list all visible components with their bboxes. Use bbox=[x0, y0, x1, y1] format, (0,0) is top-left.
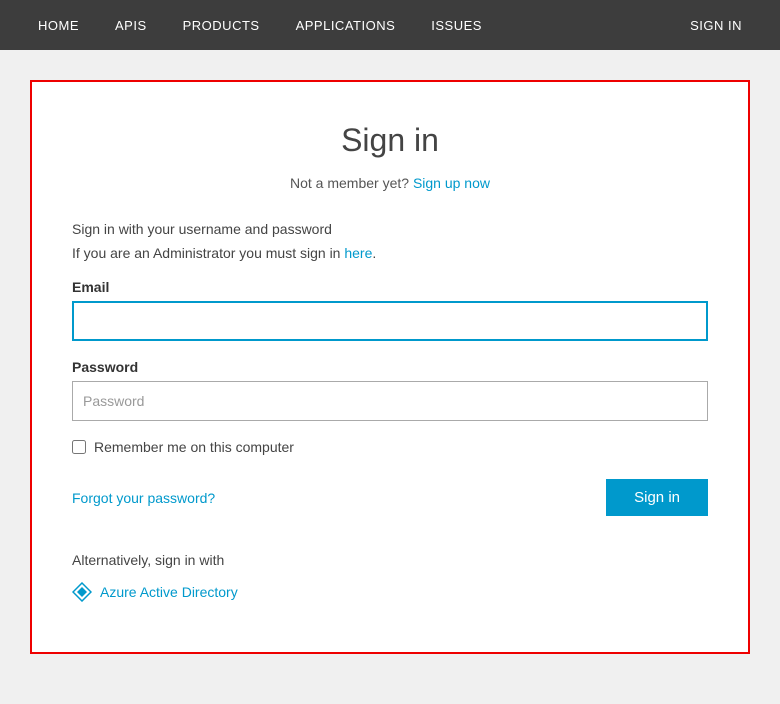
action-row: Forgot your password? Sign in bbox=[72, 479, 708, 516]
aad-icon bbox=[72, 582, 92, 602]
nav-item-apis[interactable]: APIS bbox=[97, 0, 165, 50]
remember-me-row: Remember me on this computer bbox=[72, 439, 708, 455]
signin-info-line1: Sign in with your username and password bbox=[72, 221, 708, 237]
email-label: Email bbox=[72, 279, 708, 295]
signin-card: Sign in Not a member yet? Sign up now Si… bbox=[30, 80, 750, 654]
alternative-text: Alternatively, sign in with bbox=[72, 552, 708, 568]
password-input[interactable] bbox=[72, 381, 708, 421]
nav-item-products[interactable]: PRODUCTS bbox=[165, 0, 278, 50]
aad-link[interactable]: Azure Active Directory bbox=[72, 582, 708, 602]
remember-label[interactable]: Remember me on this computer bbox=[94, 439, 294, 455]
forgot-password-link[interactable]: Forgot your password? bbox=[72, 490, 215, 506]
nav-item-issues[interactable]: ISSUES bbox=[413, 0, 500, 50]
page-title: Sign in bbox=[72, 122, 708, 159]
navbar-left: HOME APIS PRODUCTS APPLICATIONS ISSUES bbox=[20, 0, 500, 50]
signin-button[interactable]: Sign in bbox=[606, 479, 708, 516]
password-label: Password bbox=[72, 359, 708, 375]
admin-link[interactable]: here bbox=[344, 245, 372, 261]
not-member-text: Not a member yet? Sign up now bbox=[72, 175, 708, 191]
nav-item-sign-in[interactable]: SIGN IN bbox=[672, 0, 760, 50]
aad-label: Azure Active Directory bbox=[100, 584, 238, 600]
signup-link[interactable]: Sign up now bbox=[413, 175, 490, 191]
nav-item-home[interactable]: HOME bbox=[20, 0, 97, 50]
signin-info-line2: If you are an Administrator you must sig… bbox=[72, 245, 708, 261]
admin-text-post: . bbox=[372, 245, 376, 261]
admin-text-pre: If you are an Administrator you must sig… bbox=[72, 245, 344, 261]
navbar: HOME APIS PRODUCTS APPLICATIONS ISSUES S… bbox=[0, 0, 780, 50]
not-member-label: Not a member yet? bbox=[290, 175, 409, 191]
remember-checkbox[interactable] bbox=[72, 440, 86, 454]
main-content: Sign in Not a member yet? Sign up now Si… bbox=[0, 50, 780, 674]
email-input[interactable] bbox=[72, 301, 708, 341]
navbar-right: SIGN IN bbox=[672, 0, 760, 50]
nav-item-applications[interactable]: APPLICATIONS bbox=[278, 0, 414, 50]
